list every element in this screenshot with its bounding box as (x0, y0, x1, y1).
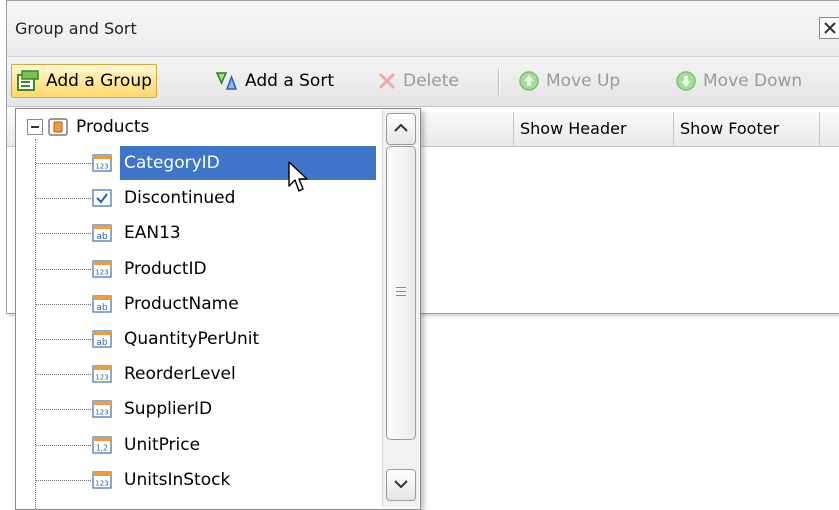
tree-item-discontinued[interactable]: Discontinued (16, 181, 382, 215)
svg-text:123: 123 (95, 374, 108, 382)
tree-item-ean13[interactable]: ab EAN13 (16, 216, 382, 250)
numeric-icon: 123 (92, 365, 112, 383)
tree-root-label: Products (76, 117, 150, 137)
tree-item-unitprice[interactable]: 1,2 UnitPrice (16, 428, 382, 462)
add-sort-label: Add a Sort (245, 71, 334, 91)
toolbar: Add a Group Add a Sort Delete Move Up Mo… (7, 57, 839, 107)
add-sort-icon (215, 72, 238, 90)
tree-item-productname[interactable]: ab ProductName (16, 287, 382, 321)
title-bar: Group and Sort (7, 1, 839, 57)
column-show-header[interactable]: Show Header (513, 112, 673, 146)
move-down-button[interactable]: Move Down (671, 64, 806, 98)
mouse-pointer-icon (288, 161, 308, 192)
svg-text:123: 123 (95, 479, 108, 487)
move-down-icon (676, 71, 696, 91)
delete-icon (378, 72, 396, 90)
scroll-down-button[interactable] (386, 469, 416, 501)
move-up-label: Move Up (546, 71, 621, 91)
numeric-icon: 123 (92, 259, 112, 278)
tree-item-label: UnitPrice (124, 434, 201, 455)
tree-connector (36, 198, 91, 200)
svg-text:123: 123 (95, 409, 108, 417)
field-list-popup: Products 123 CategoryID Discontinued ab EAN1… (15, 108, 421, 510)
tree-connector (36, 233, 91, 235)
tree-connector (36, 303, 91, 305)
tree-connector (36, 409, 91, 411)
add-sort-button[interactable]: Add a Sort (211, 64, 338, 98)
tree-connector (36, 339, 91, 340)
tree-item-unitsinstock[interactable]: 123 UnitsInStock (16, 463, 382, 497)
add-group-icon (17, 70, 39, 91)
column-extra[interactable] (819, 112, 839, 146)
dialog-title: Group and Sort (15, 19, 137, 38)
tree-item-label: SupplierID (124, 399, 213, 420)
vertical-scrollbar[interactable] (382, 109, 419, 507)
tree-item-label: Discontinued (124, 188, 236, 209)
text-icon: ab (92, 330, 112, 348)
tree-item-label: ReorderLevel (124, 364, 236, 385)
data-table-icon (48, 118, 68, 136)
add-group-label: Add a Group (46, 71, 152, 91)
tree-connector (36, 163, 91, 164)
text-icon: ab (92, 224, 112, 242)
move-up-button[interactable]: Move Up (514, 64, 624, 98)
chevron-down-icon (394, 480, 408, 489)
column-show-footer[interactable]: Show Footer (673, 112, 819, 146)
tree-item-quantityperunit[interactable]: ab QuantityPerUnit (16, 322, 382, 356)
grip-icon (396, 287, 406, 299)
svg-text:ab: ab (96, 303, 108, 313)
numeric-icon: 123 (92, 400, 112, 418)
delete-label: Delete (403, 71, 459, 91)
tree-connector (36, 444, 91, 446)
svg-text:ab: ab (96, 338, 108, 348)
move-down-label: Move Down (703, 71, 803, 91)
svg-text:ab: ab (96, 232, 108, 242)
numeric-icon: 123 (92, 471, 112, 489)
collapse-icon[interactable] (27, 119, 43, 135)
add-group-button[interactable]: Add a Group (11, 64, 157, 98)
tree-item-label: CategoryID (120, 146, 376, 180)
close-icon (824, 22, 836, 34)
tree-root-products[interactable]: Products (16, 109, 382, 145)
tree-item-label: UnitsInStock (124, 469, 231, 490)
tree-item-label: ProductName (124, 293, 239, 314)
tree-item-categoryid[interactable]: 123 CategoryID (16, 146, 382, 180)
close-button[interactable] (819, 17, 839, 39)
tree-connector (36, 479, 91, 481)
svg-text:1,2: 1,2 (96, 443, 108, 452)
tree-item-label: EAN13 (124, 223, 181, 244)
tree-item-productid[interactable]: 123 ProductID (16, 252, 382, 286)
tree-item-label: QuantityPerUnit (124, 329, 260, 349)
numeric-icon: 123 (92, 154, 112, 172)
decimal-icon: 1,2 (92, 435, 112, 454)
tree-item-reorderlevel[interactable]: 123 ReorderLevel (16, 357, 382, 391)
tree-item-label: ProductID (124, 258, 207, 279)
move-up-icon (519, 71, 539, 91)
tree-connector (36, 268, 91, 270)
scroll-up-button[interactable] (386, 113, 416, 145)
delete-button[interactable]: Delete (373, 64, 463, 98)
text-icon: ab (92, 295, 112, 313)
svg-text:123: 123 (95, 163, 108, 171)
svg-text:123: 123 (95, 268, 108, 276)
tree-item-supplierid[interactable]: 123 SupplierID (16, 392, 382, 426)
toolbar-separator (498, 69, 499, 95)
chevron-up-icon (394, 123, 408, 132)
tree-connector (36, 374, 91, 376)
checkbox-icon (92, 189, 112, 207)
scroll-thumb[interactable] (386, 146, 416, 440)
